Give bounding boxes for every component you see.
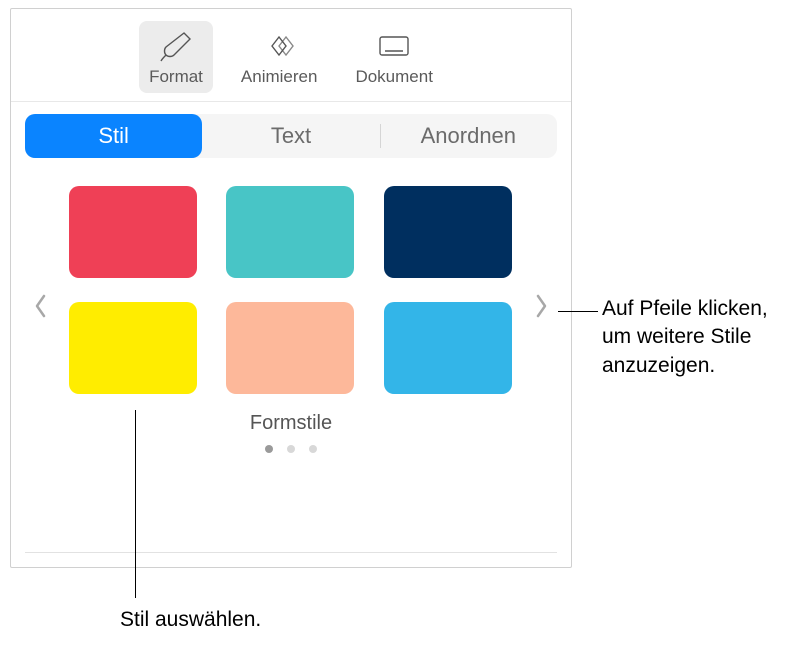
animate-toolbar-item[interactable]: Animieren xyxy=(231,21,328,93)
toolbar-label: Format xyxy=(149,67,203,87)
arrow-hint-callout: Auf Pfeile klicken, um weitere Stile anz… xyxy=(602,295,782,380)
pager-dot[interactable] xyxy=(309,445,317,453)
format-toolbar-item[interactable]: Format xyxy=(139,21,213,93)
style-swatch[interactable] xyxy=(384,302,512,394)
chevron-left-icon xyxy=(32,292,50,325)
tab-arrange[interactable]: Anordnen xyxy=(380,114,557,158)
tab-text[interactable]: Text xyxy=(202,114,379,158)
style-swatch[interactable] xyxy=(226,186,354,278)
style-swatch[interactable] xyxy=(69,302,197,394)
document-toolbar-item[interactable]: Dokument xyxy=(345,21,442,93)
callout-connector xyxy=(558,311,598,312)
style-swatch[interactable] xyxy=(384,186,512,278)
format-sidebar-panel: Format Animieren Dokument Stil Text Anor… xyxy=(10,8,572,568)
pager-dot[interactable] xyxy=(265,445,273,453)
tab-label: Text xyxy=(271,123,311,149)
inspector-tabs: Stil Text Anordnen xyxy=(25,114,557,158)
toolbar-label: Animieren xyxy=(241,67,318,87)
divider xyxy=(25,552,557,553)
previous-styles-arrow[interactable] xyxy=(25,288,57,328)
diamonds-icon xyxy=(255,27,303,65)
style-swatch[interactable] xyxy=(226,302,354,394)
tab-label: Stil xyxy=(98,123,129,149)
main-toolbar: Format Animieren Dokument xyxy=(11,9,571,102)
tab-label: Anordnen xyxy=(421,123,516,149)
style-swatch[interactable] xyxy=(69,186,197,278)
callout-connector xyxy=(135,410,136,598)
style-swatch-grid xyxy=(69,186,513,394)
tab-style[interactable]: Stil xyxy=(25,114,202,158)
shape-styles-section: Formstile xyxy=(11,158,571,463)
select-hint-callout: Stil auswählen. xyxy=(120,606,261,634)
paintbrush-icon xyxy=(152,27,200,65)
toolbar-label: Dokument xyxy=(355,67,432,87)
next-styles-arrow[interactable] xyxy=(525,288,557,328)
pager-dot[interactable] xyxy=(287,445,295,453)
slide-icon xyxy=(370,27,418,65)
chevron-right-icon xyxy=(532,292,550,325)
